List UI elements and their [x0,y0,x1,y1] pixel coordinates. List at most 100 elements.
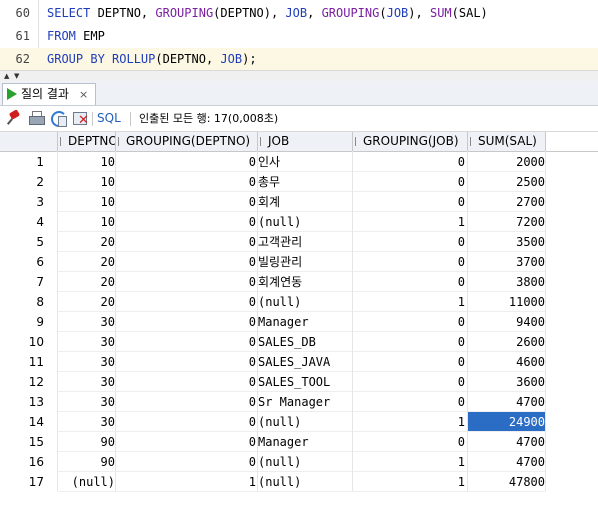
cell-sum-sal[interactable]: 3600 [468,372,545,392]
cell-grouping-deptno[interactable]: 0 [115,152,256,172]
cell-grouping-deptno[interactable]: 0 [115,332,256,352]
cell-sum-sal[interactable]: 2700 [468,192,545,212]
cell-grouping-deptno[interactable]: 1 [115,472,256,492]
column-header-sum-sal[interactable]: SUM(SAL) [468,132,546,151]
cell-grouping-job[interactable]: 1 [352,292,465,312]
cell-deptno[interactable]: 20 [58,272,115,292]
cell-deptno[interactable]: 20 [58,232,115,252]
cell-deptno[interactable]: 30 [58,392,115,412]
row-number[interactable]: 16 [0,452,44,472]
print-icon[interactable] [28,110,45,126]
cell-job[interactable]: 회계연동 [258,272,352,292]
cell-deptno[interactable]: 90 [58,452,115,472]
row-number[interactable]: 7 [0,272,44,292]
cell-grouping-job[interactable]: 0 [352,172,465,192]
row-number[interactable]: 2 [0,172,44,192]
table-row[interactable]: 7 20 0 회계연동 0 3800 [0,272,546,292]
cell-grouping-deptno[interactable]: 0 [115,172,256,192]
row-number[interactable]: 13 [0,392,44,412]
sql-editor[interactable]: 60 SELECT DEPTNO, GROUPING(DEPTNO), JOB,… [0,0,598,72]
cell-grouping-job[interactable]: 0 [352,272,465,292]
cell-job[interactable]: (null) [258,472,352,492]
cell-sum-sal[interactable]: 47800 [468,472,545,492]
table-row[interactable]: 13 30 0 Sr Manager 0 4700 [0,392,546,412]
cell-job[interactable]: (null) [258,292,352,312]
close-icon[interactable]: × [79,84,88,105]
table-row[interactable]: 17 (null) 1 (null) 1 47800 [0,472,546,492]
cell-sum-sal[interactable]: 2000 [468,152,545,172]
cell-sum-sal[interactable]: 11000 [468,292,545,312]
cell-sum-sal[interactable]: 2500 [468,172,545,192]
cell-job[interactable]: Manager [258,312,352,332]
pin-icon[interactable] [6,109,22,126]
cell-sum-sal[interactable]: 2600 [468,332,545,352]
cell-grouping-job[interactable]: 0 [352,432,465,452]
collapse-down-icon[interactable]: ▼ [14,72,19,80]
cell-grouping-deptno[interactable]: 0 [115,432,256,452]
cell-deptno[interactable]: 30 [58,352,115,372]
code-text[interactable]: FROM EMP [47,25,105,48]
cell-job[interactable]: (null) [258,412,352,432]
row-number[interactable]: 3 [0,192,44,212]
cell-job[interactable]: Sr Manager [258,392,352,412]
cell-job[interactable]: SALES_DB [258,332,352,352]
cell-deptno[interactable]: 10 [58,152,115,172]
cell-grouping-deptno[interactable]: 0 [115,252,256,272]
collapse-up-icon[interactable]: ▲ [4,72,9,80]
cell-sum-sal[interactable]: 24900 [468,412,545,432]
row-number[interactable]: 10 [0,332,44,352]
cell-sum-sal[interactable]: 4700 [468,432,545,452]
cell-grouping-job[interactable]: 1 [352,452,465,472]
row-number[interactable]: 9 [0,312,44,332]
cell-grouping-job[interactable]: 0 [352,392,465,412]
cell-deptno[interactable]: 20 [58,252,115,272]
row-number[interactable]: 14 [0,412,44,432]
cell-sum-sal[interactable]: 3800 [468,272,545,292]
row-number[interactable]: 1 [0,152,44,172]
code-line-62[interactable]: 62 GROUP BY ROLLUP(DEPTNO, JOB); [0,48,598,71]
row-number[interactable]: 12 [0,372,44,392]
cell-grouping-job[interactable]: 1 [352,212,465,232]
table-row[interactable]: 8 20 0 (null) 1 11000 [0,292,546,312]
cell-job[interactable]: 빌링관리 [258,252,352,272]
cell-grouping-deptno[interactable]: 0 [115,392,256,412]
cell-deptno[interactable]: 10 [58,212,115,232]
cell-sum-sal[interactable]: 4700 [468,452,545,472]
cell-sum-sal[interactable]: 3700 [468,252,545,272]
cell-job[interactable]: 고객관리 [258,232,352,252]
cell-grouping-deptno[interactable]: 0 [115,352,256,372]
row-number[interactable]: 15 [0,432,44,452]
cell-deptno[interactable]: 10 [58,172,115,192]
table-row[interactable]: 9 30 0 Manager 0 9400 [0,312,546,332]
cell-grouping-deptno[interactable]: 0 [115,192,256,212]
cell-grouping-deptno[interactable]: 0 [115,212,256,232]
row-number[interactable]: 6 [0,252,44,272]
cell-job[interactable]: 총무 [258,172,352,192]
cell-job[interactable]: SALES_JAVA [258,352,352,372]
cell-grouping-deptno[interactable]: 0 [115,312,256,332]
row-number[interactable]: 17 [0,472,44,492]
refresh-icon[interactable] [50,110,67,127]
cell-grouping-job[interactable]: 1 [352,472,465,492]
cell-job[interactable]: SALES_TOOL [258,372,352,392]
cell-grouping-deptno[interactable]: 0 [115,372,256,392]
table-row[interactable]: 10 30 0 SALES_DB 0 2600 [0,332,546,352]
tab-query-result[interactable]: 질의 결과 × [2,83,96,105]
cell-deptno[interactable]: 30 [58,372,115,392]
cell-deptno[interactable]: 30 [58,412,115,432]
cell-job[interactable]: Manager [258,432,352,452]
table-row[interactable]: 4 10 0 (null) 1 7200 [0,212,546,232]
cell-deptno[interactable]: 30 [58,312,115,332]
row-number[interactable]: 4 [0,212,44,232]
cell-grouping-job[interactable]: 0 [352,192,465,212]
column-header-job[interactable]: JOB [258,132,353,151]
cell-sum-sal[interactable]: 4700 [468,392,545,412]
table-row[interactable]: 2 10 0 총무 0 2500 [0,172,546,192]
table-row[interactable]: 14 30 0 (null) 1 24900 [0,412,546,432]
code-text[interactable]: SELECT DEPTNO, GROUPING(DEPTNO), JOB, GR… [47,2,488,25]
cell-deptno[interactable]: 30 [58,332,115,352]
column-header-deptno[interactable]: DEPTNO [58,132,116,151]
cell-grouping-job[interactable]: 0 [352,312,465,332]
cell-grouping-job[interactable]: 0 [352,372,465,392]
results-grid[interactable]: DEPTNO GROUPING(DEPTNO) JOB GROUPING(JOB… [0,132,598,508]
